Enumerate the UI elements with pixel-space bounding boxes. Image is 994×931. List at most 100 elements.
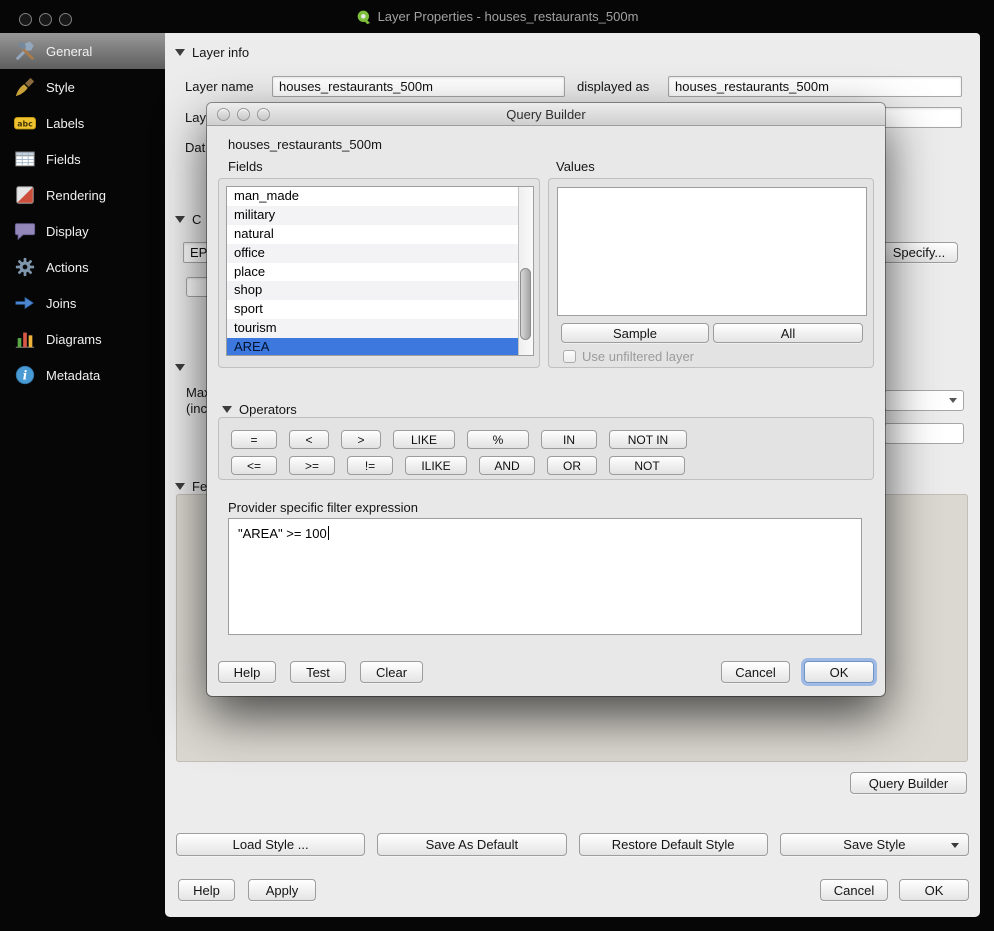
filter-expression-input[interactable]: "AREA" >= 100 bbox=[228, 518, 862, 635]
dialog-ok-button[interactable]: OK bbox=[804, 661, 874, 683]
field-list-item[interactable]: sport bbox=[227, 300, 533, 319]
op-not-in-button[interactable]: NOT IN bbox=[609, 430, 687, 449]
sidebar-item-diagrams[interactable]: Diagrams bbox=[0, 321, 165, 357]
values-list[interactable] bbox=[557, 187, 867, 316]
sidebar-item-rendering[interactable]: Rendering bbox=[0, 177, 165, 213]
help-button[interactable]: Help bbox=[178, 879, 235, 901]
field-list-item[interactable]: shop bbox=[227, 281, 533, 300]
scrollbar-thumb[interactable] bbox=[520, 268, 531, 340]
operators-row-1: = < > LIKE % IN NOT IN bbox=[231, 430, 687, 449]
restore-default-style-button[interactable]: Restore Default Style bbox=[579, 833, 768, 856]
abc-label-icon: abc bbox=[13, 111, 37, 135]
fields-label: Fields bbox=[228, 159, 263, 174]
field-list-item[interactable]: natural bbox=[227, 225, 533, 244]
scale-section-header[interactable] bbox=[175, 359, 185, 375]
filter-expression-label: Provider specific filter expression bbox=[228, 500, 418, 515]
load-style-button[interactable]: Load Style ... bbox=[176, 833, 365, 856]
op-percent-button[interactable]: % bbox=[467, 430, 529, 449]
sidebar-item-joins[interactable]: Joins bbox=[0, 285, 165, 321]
dialog-window-controls bbox=[217, 108, 270, 121]
op-ilike-button[interactable]: ILIKE bbox=[405, 456, 467, 475]
op-equal-button[interactable]: = bbox=[231, 430, 277, 449]
sidebar-item-style[interactable]: Style bbox=[0, 69, 165, 105]
cancel-button[interactable]: Cancel bbox=[820, 879, 888, 901]
dialog-title: Query Builder bbox=[506, 107, 585, 122]
svg-text:abc: abc bbox=[17, 119, 33, 128]
op-like-button[interactable]: LIKE bbox=[393, 430, 455, 449]
close-button[interactable] bbox=[217, 108, 230, 121]
displayed-as-value: houses_restaurants_500m bbox=[675, 79, 829, 94]
op-not-equal-button[interactable]: != bbox=[347, 456, 393, 475]
sidebar-item-label: Joins bbox=[46, 296, 76, 311]
sidebar-item-general[interactable]: General bbox=[0, 33, 165, 69]
zoom-button[interactable] bbox=[59, 13, 72, 26]
op-or-button[interactable]: OR bbox=[547, 456, 597, 475]
field-list-item-selected[interactable]: AREA bbox=[227, 338, 533, 356]
use-unfiltered-checkbox[interactable] bbox=[563, 350, 576, 363]
sidebar-item-actions[interactable]: Actions bbox=[0, 249, 165, 285]
layer-name-label: Layer name bbox=[185, 76, 254, 97]
table-icon bbox=[13, 147, 37, 171]
sidebar-item-label: General bbox=[46, 44, 92, 59]
field-list-item[interactable]: military bbox=[227, 206, 533, 225]
paintbrush-icon bbox=[13, 75, 37, 99]
clear-button[interactable]: Clear bbox=[360, 661, 423, 683]
speech-bubble-icon bbox=[13, 219, 37, 243]
field-list-item[interactable]: man_made bbox=[227, 187, 533, 206]
disclosure-triangle-icon bbox=[175, 364, 185, 371]
rendering-icon bbox=[13, 183, 37, 207]
gear-icon bbox=[13, 255, 37, 279]
query-builder-button[interactable]: Query Builder bbox=[850, 772, 967, 794]
sidebar-item-labels[interactable]: abc Labels bbox=[0, 105, 165, 141]
values-label: Values bbox=[556, 159, 595, 174]
operators-section-header[interactable]: Operators bbox=[222, 401, 297, 417]
test-button[interactable]: Test bbox=[290, 661, 346, 683]
op-and-button[interactable]: AND bbox=[479, 456, 535, 475]
section-title: Layer info bbox=[192, 45, 249, 60]
fields-scrollbar[interactable] bbox=[518, 187, 533, 355]
dialog-cancel-button[interactable]: Cancel bbox=[721, 661, 790, 683]
save-as-default-button[interactable]: Save As Default bbox=[377, 833, 566, 856]
datasource-label: Dat bbox=[185, 137, 205, 158]
use-unfiltered-row: Use unfiltered layer bbox=[563, 349, 694, 364]
op-less-button[interactable]: < bbox=[289, 430, 329, 449]
op-less-equal-button[interactable]: <= bbox=[231, 456, 277, 475]
op-greater-button[interactable]: > bbox=[341, 430, 381, 449]
apply-button[interactable]: Apply bbox=[248, 879, 316, 901]
sample-button[interactable]: Sample bbox=[561, 323, 709, 343]
scale-max-combo[interactable] bbox=[884, 390, 964, 411]
displayed-as-input[interactable]: houses_restaurants_500m bbox=[668, 76, 962, 97]
operators-row-2: <= >= != ILIKE AND OR NOT bbox=[231, 456, 685, 475]
minimize-button[interactable] bbox=[39, 13, 52, 26]
crs-section-header[interactable]: C bbox=[175, 211, 201, 227]
field-list-item[interactable]: place bbox=[227, 263, 533, 282]
features-section-header[interactable]: Fe bbox=[175, 478, 207, 494]
operators-groupbox: = < > LIKE % IN NOT IN <= >= != ILIKE AN… bbox=[218, 417, 874, 480]
minimize-button[interactable] bbox=[237, 108, 250, 121]
sidebar-item-display[interactable]: Display bbox=[0, 213, 165, 249]
fields-list: man_made military natural office place s… bbox=[226, 186, 534, 356]
displayed-as-label: displayed as bbox=[577, 76, 649, 97]
field-list-item[interactable]: office bbox=[227, 244, 533, 263]
window-controls bbox=[19, 13, 72, 26]
ok-button[interactable]: OK bbox=[899, 879, 969, 901]
dialog-help-button[interactable]: Help bbox=[218, 661, 276, 683]
sidebar-item-metadata[interactable]: i Metadata bbox=[0, 357, 165, 393]
op-not-button[interactable]: NOT bbox=[609, 456, 685, 475]
op-in-button[interactable]: IN bbox=[541, 430, 597, 449]
sidebar-item-label: Labels bbox=[46, 116, 84, 131]
layer-info-section-header[interactable]: Layer info bbox=[175, 44, 249, 60]
sidebar-item-fields[interactable]: Fields bbox=[0, 141, 165, 177]
save-style-button[interactable]: Save Style bbox=[780, 833, 969, 856]
scale-min-combo[interactable] bbox=[884, 423, 964, 444]
field-list-item[interactable]: tourism bbox=[227, 319, 533, 338]
layer-name-input[interactable]: houses_restaurants_500m bbox=[272, 76, 565, 97]
use-unfiltered-label: Use unfiltered layer bbox=[582, 349, 694, 364]
section-title: C bbox=[192, 212, 201, 227]
all-button[interactable]: All bbox=[713, 323, 863, 343]
style-buttons-row: Load Style ... Save As Default Restore D… bbox=[176, 833, 969, 856]
op-greater-equal-button[interactable]: >= bbox=[289, 456, 335, 475]
zoom-button[interactable] bbox=[257, 108, 270, 121]
specify-crs-button[interactable]: Specify... bbox=[880, 242, 958, 263]
close-button[interactable] bbox=[19, 13, 32, 26]
